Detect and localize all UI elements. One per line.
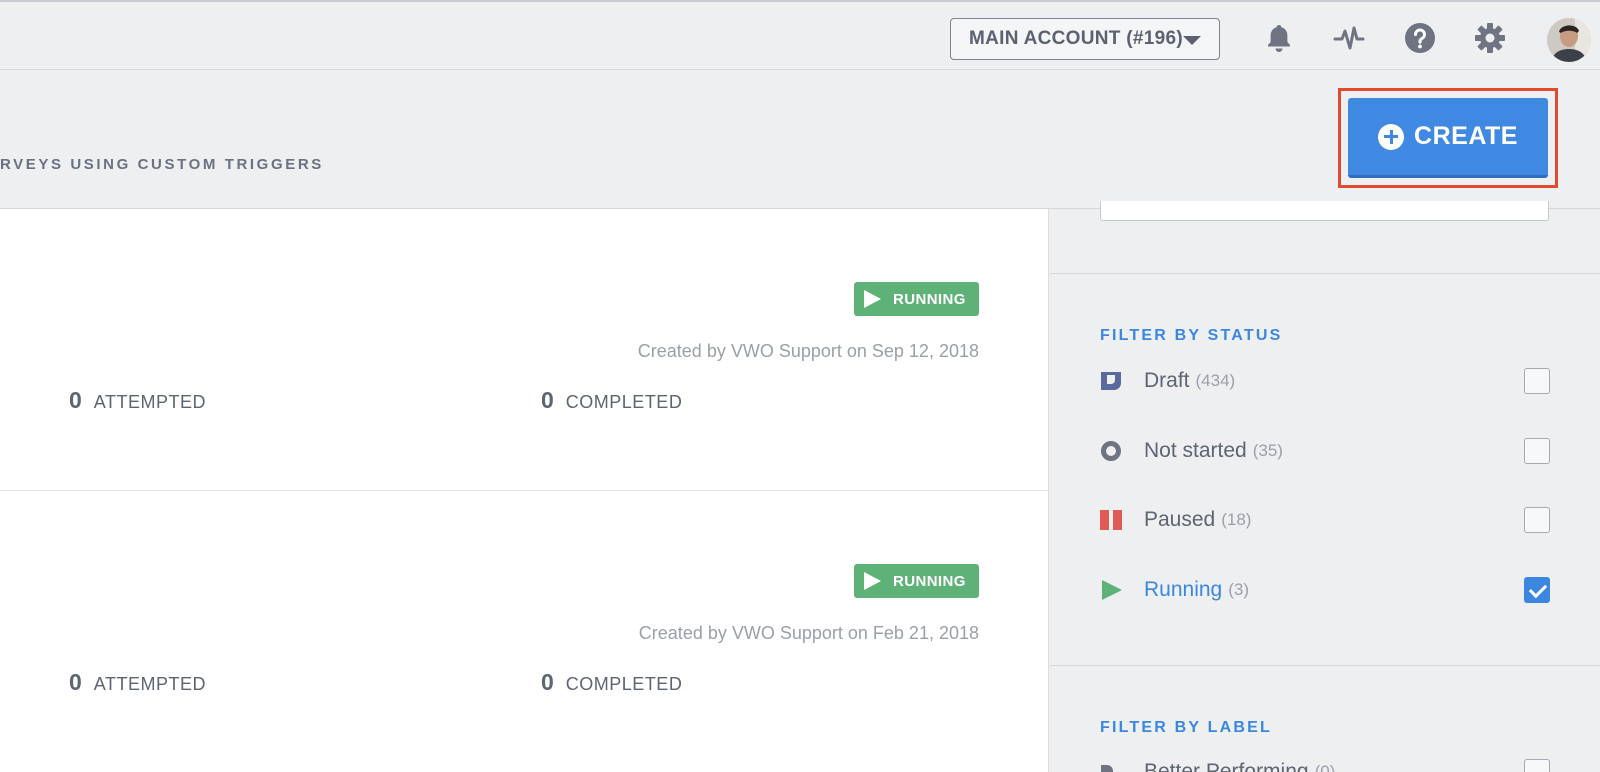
filter-status-not-started[interactable]: Not started (35)	[1100, 434, 1550, 468]
filter-count: (0)	[1314, 762, 1336, 772]
pause-icon	[1100, 509, 1122, 531]
filter-label: Paused	[1144, 508, 1216, 531]
filter-label: Not started	[1144, 439, 1247, 462]
not-started-icon	[1100, 440, 1122, 462]
status-badge-label: RUNNING	[893, 290, 966, 308]
attempted-label: ATTEMPTED	[93, 674, 206, 694]
filter-label-better-performing[interactable]: Better Performing (0)	[1100, 755, 1550, 772]
help-icon[interactable]	[1403, 21, 1437, 55]
created-by-text: Created by VWO Support on Sep 12, 2018	[637, 341, 979, 361]
survey-card[interactable]: RUNNING Created by VWO Support on Feb 21…	[0, 491, 1049, 772]
filter-checkbox-checked[interactable]	[1524, 577, 1550, 603]
attempted-stat: 0 ATTEMPTED	[69, 669, 206, 696]
filter-by-status-title: FILTER BY STATUS	[1100, 327, 1283, 344]
filter-count: (3)	[1228, 580, 1250, 599]
page-header: RVEYS USING CUSTOM TRIGGERS CREATE	[0, 70, 1600, 209]
attempted-stat: 0 ATTEMPTED	[69, 387, 206, 414]
create-button[interactable]: CREATE	[1348, 98, 1548, 178]
divider	[1050, 273, 1600, 274]
filter-status-running[interactable]: Running (3)	[1100, 573, 1550, 607]
label-icon	[1100, 761, 1122, 772]
play-icon	[1100, 579, 1122, 601]
account-select-label: MAIN ACCOUNT (#196)	[969, 28, 1184, 49]
completed-count: 0	[541, 387, 554, 413]
play-icon	[864, 290, 881, 308]
filter-count: (35)	[1252, 441, 1283, 460]
chevron-down-icon	[1183, 36, 1201, 45]
completed-label: COMPLETED	[565, 674, 683, 694]
survey-card[interactable]: RUNNING Created by VWO Support on Sep 12…	[0, 209, 1049, 491]
filter-sidebar: FILTER BY STATUS Draft (434) Not started…	[1050, 201, 1600, 772]
play-icon	[864, 572, 881, 590]
filter-by-label-title: FILTER BY LABEL	[1100, 719, 1272, 736]
completed-label: COMPLETED	[565, 392, 683, 412]
activity-icon[interactable]	[1332, 21, 1366, 55]
attempted-count: 0	[69, 669, 82, 695]
survey-list: RUNNING Created by VWO Support on Sep 12…	[0, 209, 1049, 772]
status-badge: RUNNING	[854, 282, 979, 316]
avatar[interactable]	[1547, 18, 1591, 62]
page-subtitle: RVEYS USING CUSTOM TRIGGERS	[0, 156, 324, 173]
created-by-text: Created by VWO Support on Feb 21, 2018	[638, 623, 979, 643]
filter-label: Draft	[1144, 369, 1190, 392]
completed-stat: 0 COMPLETED	[541, 387, 682, 414]
top-bar: MAIN ACCOUNT (#196)	[0, 0, 1600, 70]
gear-icon[interactable]	[1473, 21, 1507, 55]
completed-count: 0	[541, 669, 554, 695]
divider	[1050, 665, 1600, 666]
create-button-label: CREATE	[1414, 122, 1518, 150]
filter-label: Running	[1144, 578, 1223, 601]
search-input[interactable]	[1100, 201, 1549, 221]
filter-status-paused[interactable]: Paused (18)	[1100, 503, 1550, 537]
status-badge: RUNNING	[854, 564, 979, 598]
status-badge-label: RUNNING	[893, 572, 966, 590]
attempted-label: ATTEMPTED	[93, 392, 206, 412]
filter-count: (18)	[1221, 510, 1252, 529]
plus-circle-icon	[1378, 123, 1405, 150]
filter-label: Better Performing	[1144, 760, 1309, 772]
filter-checkbox[interactable]	[1524, 368, 1550, 394]
bell-icon[interactable]	[1262, 21, 1296, 55]
filter-checkbox[interactable]	[1524, 759, 1550, 772]
filter-count: (434)	[1195, 371, 1236, 390]
filter-status-draft[interactable]: Draft (434)	[1100, 364, 1550, 398]
completed-stat: 0 COMPLETED	[541, 669, 682, 696]
attempted-count: 0	[69, 387, 82, 413]
account-select[interactable]: MAIN ACCOUNT (#196)	[950, 18, 1220, 60]
filter-checkbox[interactable]	[1524, 438, 1550, 464]
filter-checkbox[interactable]	[1524, 507, 1550, 533]
draft-icon	[1100, 370, 1122, 392]
